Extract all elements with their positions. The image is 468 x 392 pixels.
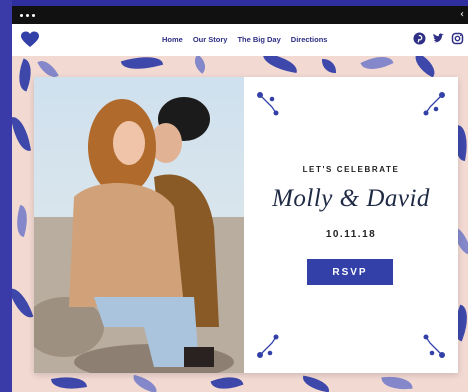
invite-panel: LET'S CELEBRATE Molly & David 10.11.18 R… bbox=[244, 77, 458, 373]
window-dot bbox=[26, 14, 29, 17]
leaf-decoration bbox=[261, 56, 299, 74]
invitation-card: LET'S CELEBRATE Molly & David 10.11.18 R… bbox=[34, 77, 458, 373]
chevron-left-icon[interactable]: ‹ bbox=[460, 9, 464, 20]
heart-logo-icon[interactable] bbox=[20, 30, 40, 50]
browser-chrome: ‹ bbox=[12, 6, 468, 24]
couple-names: Molly & David bbox=[272, 185, 430, 212]
leaf-decoration bbox=[301, 375, 331, 392]
nav-link-home[interactable]: Home bbox=[162, 35, 183, 44]
leaf-decoration bbox=[130, 374, 160, 392]
eyebrow-text: LET'S CELEBRATE bbox=[302, 165, 400, 174]
social-links bbox=[413, 32, 464, 45]
rsvp-button[interactable]: RSVP bbox=[307, 259, 393, 285]
sprig-decoration-icon bbox=[423, 92, 445, 116]
nav-link-directions[interactable]: Directions bbox=[291, 35, 328, 44]
wedding-date: 10.11.18 bbox=[325, 229, 377, 240]
floral-background: LET'S CELEBRATE Molly & David 10.11.18 R… bbox=[12, 56, 468, 392]
twitter-icon[interactable] bbox=[432, 32, 445, 45]
leaf-decoration bbox=[190, 56, 210, 74]
leaf-decoration bbox=[360, 56, 394, 76]
leaf-decoration bbox=[381, 374, 413, 392]
leaf-decoration bbox=[12, 284, 34, 322]
nav-link-our-story[interactable]: Our Story bbox=[193, 35, 228, 44]
leaf-decoration bbox=[12, 204, 32, 238]
leaf-decoration bbox=[210, 371, 244, 392]
nav-link-big-day[interactable]: The Big Day bbox=[237, 35, 280, 44]
leaf-decoration bbox=[51, 373, 87, 392]
sprig-decoration-icon bbox=[257, 334, 279, 358]
instagram-icon[interactable] bbox=[451, 32, 464, 45]
couple-photo bbox=[34, 77, 244, 373]
leaf-decoration bbox=[12, 115, 32, 153]
sprig-decoration-icon bbox=[257, 92, 279, 116]
pinterest-icon[interactable] bbox=[413, 32, 426, 45]
window-dot bbox=[32, 14, 35, 17]
browser-frame: ‹ Home Our Story The Big Day Directions bbox=[12, 0, 468, 392]
leaf-decoration bbox=[120, 56, 164, 75]
leaf-decoration bbox=[410, 56, 440, 78]
site-nav: Home Our Story The Big Day Directions bbox=[12, 24, 468, 56]
nav-links: Home Our Story The Big Day Directions bbox=[162, 35, 327, 44]
leaf-decoration bbox=[322, 59, 336, 73]
sprig-decoration-icon bbox=[423, 334, 445, 358]
window-dot bbox=[20, 14, 23, 17]
